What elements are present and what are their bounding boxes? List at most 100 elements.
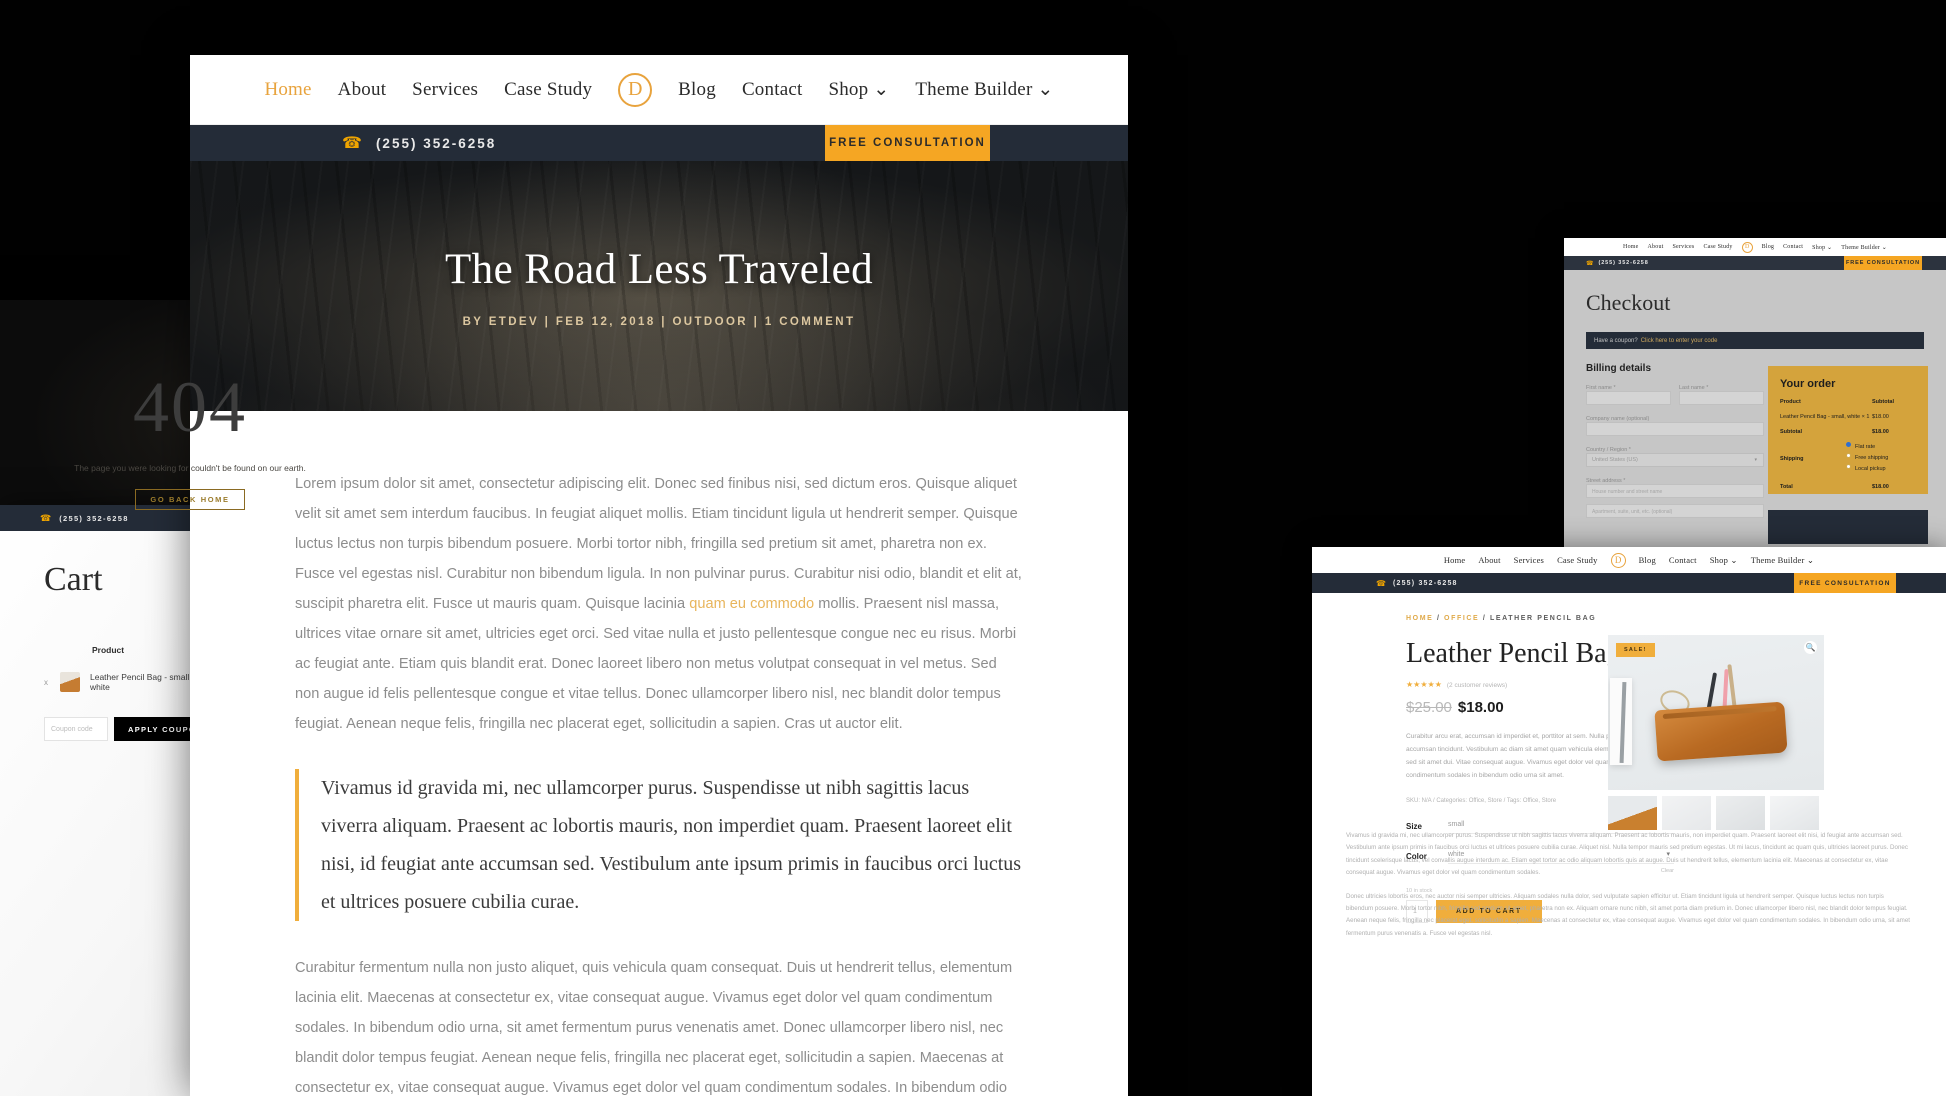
nav-item-about[interactable]: About <box>1648 244 1664 250</box>
product-main-image[interactable]: SALE! 🔍 <box>1608 635 1824 790</box>
nav-item-home[interactable]: Home <box>1444 555 1466 565</box>
coupon-input[interactable]: Coupon code <box>44 717 108 741</box>
nav-item-services[interactable]: Services <box>1673 244 1695 250</box>
nav-item-case-study[interactable]: Case Study <box>1703 244 1732 250</box>
last-name-field[interactable] <box>1679 391 1764 405</box>
post-hero-banner: The Road Less Traveled BY ETDEV | FEB 12… <box>190 161 1128 411</box>
your-order-box: Your order Product Subtotal Leather Penc… <box>1768 366 1928 494</box>
company-field[interactable] <box>1586 422 1764 436</box>
paragraph-text-part-1: Lorem ipsum dolor sit amet, consectetur … <box>295 476 1022 612</box>
error-code: 404 <box>133 366 247 447</box>
remove-item-button[interactable]: x <box>44 678 60 687</box>
product-name[interactable]: Leather Pencil Bag - small, white <box>90 672 194 692</box>
long-description-paragraph: Vivamus id gravida mi, nec ullamcorper p… <box>1346 832 1908 877</box>
gallery-thumbnail[interactable] <box>1662 796 1711 830</box>
gallery-thumbnails <box>1608 796 1824 830</box>
error-message: The page you were looking for couldn't b… <box>74 462 306 473</box>
nav-item-home[interactable]: Home <box>264 79 311 101</box>
post-title: The Road Less Traveled <box>445 245 873 293</box>
coupon-notice[interactable]: Have a coupon? Click here to enter your … <box>1586 332 1924 349</box>
gallery-thumbnail[interactable] <box>1770 796 1819 830</box>
site-logo[interactable]: D <box>1610 552 1626 568</box>
street-address-2-placeholder: Apartment, suite, unit, etc. (optional) <box>1592 509 1673 515</box>
order-item-name: Leather Pencil Bag - small, white × 1 <box>1780 414 1870 420</box>
column-subtotal: Subtotal <box>1872 399 1894 405</box>
street-address-field[interactable]: House number and street name <box>1586 484 1764 498</box>
phone-number[interactable]: (255) 352-6258 <box>1598 260 1648 266</box>
checkout-phone-bar: ☎ (255) 352-6258 FREE CONSULTATION <box>1564 256 1946 270</box>
product-thumbnail[interactable] <box>60 672 80 692</box>
nav-item-services[interactable]: Services <box>412 79 478 101</box>
phone-number[interactable]: (255) 352-6258 <box>59 514 129 523</box>
phone-icon: ☎ <box>342 135 362 152</box>
magnifier-icon[interactable]: 🔍 <box>1804 641 1817 654</box>
nav-item-shop[interactable]: Shop ⌄ <box>828 78 889 101</box>
order-subtotal-row: Subtotal $18.00 <box>1780 429 1916 435</box>
free-consultation-button[interactable]: FREE CONSULTATION <box>825 125 990 161</box>
shipping-option-label: Free shipping <box>1855 455 1889 461</box>
nav-item-shop[interactable]: Shop ⌄ <box>1710 555 1738 566</box>
free-consultation-button[interactable]: FREE CONSULTATION <box>1844 256 1922 270</box>
paragraph-text-part-2: mollis. Praesent nisl massa, ultrices vi… <box>295 596 1017 732</box>
shipping-option-label: Flat rate <box>1855 444 1876 450</box>
nav-item-case-study[interactable]: Case Study <box>504 79 592 101</box>
nav-item-blog[interactable]: Blog <box>678 79 716 101</box>
site-logo[interactable]: D <box>618 72 653 107</box>
coupon-notice-text: Have a coupon? <box>1594 337 1638 344</box>
radio-selected-icon[interactable] <box>1846 442 1851 447</box>
nav-item-contact[interactable]: Contact <box>1669 555 1697 565</box>
product-gallery: SALE! 🔍 <box>1608 635 1824 830</box>
nav-item-contact[interactable]: Contact <box>1783 244 1803 250</box>
column-product: Product <box>1780 399 1801 405</box>
nav-item-blog[interactable]: Blog <box>1639 555 1656 565</box>
post-blockquote: Vivamus id gravida mi, nec ullamcorper p… <box>295 769 1023 921</box>
breadcrumb-home[interactable]: HOME <box>1406 615 1433 622</box>
post-paragraph-2: Curabitur fermentum nulla non justo aliq… <box>295 960 1013 1096</box>
checkout-page-panel: Home About Services Case Study D Blog Co… <box>1564 238 1946 558</box>
first-name-field[interactable] <box>1586 391 1671 405</box>
site-logo[interactable]: D <box>1741 241 1753 253</box>
go-back-home-button[interactable]: GO BACK HOME <box>135 488 245 510</box>
blog-post-page-panel: Home About Services Case Study D Blog Co… <box>190 55 1128 1096</box>
radio-icon[interactable] <box>1846 464 1851 469</box>
subtotal-label: Subtotal <box>1780 429 1802 435</box>
gallery-thumbnail[interactable] <box>1608 796 1657 830</box>
nav-item-theme-builder[interactable]: Theme Builder ⌄ <box>1751 555 1814 566</box>
nav-item-services[interactable]: Services <box>1514 555 1544 565</box>
checkout-page-title: Checkout <box>1586 290 1671 315</box>
nav-item-blog[interactable]: Blog <box>1762 244 1774 250</box>
shipping-label: Shipping <box>1780 455 1804 462</box>
radio-icon[interactable] <box>1846 453 1851 458</box>
country-select[interactable]: United States (US) <box>1586 453 1764 467</box>
review-count-link[interactable]: (2 customer reviews) <box>1447 682 1507 689</box>
total-label: Total <box>1780 484 1793 490</box>
nav-item-theme-builder[interactable]: Theme Builder ⌄ <box>1841 244 1887 251</box>
phone-icon: ☎ <box>1586 260 1594 267</box>
nav-item-about[interactable]: About <box>1478 555 1500 565</box>
shipping-option-flat-rate[interactable]: Flat rate <box>1846 442 1916 450</box>
shipping-option-free-shipping[interactable]: Free shipping <box>1846 453 1916 461</box>
nav-item-shop[interactable]: Shop ⌄ <box>1812 244 1832 251</box>
post-body: Lorem ipsum dolor sit amet, consectetur … <box>190 411 1128 1096</box>
nav-item-contact[interactable]: Contact <box>742 79 803 101</box>
nav-item-theme-builder[interactable]: Theme Builder ⌄ <box>915 78 1053 101</box>
nav-item-about[interactable]: About <box>338 79 387 101</box>
phone-number[interactable]: (255) 352-6258 <box>1393 580 1458 587</box>
inline-link[interactable]: quam eu commodo <box>689 596 814 612</box>
nav-item-home[interactable]: Home <box>1623 244 1638 250</box>
your-order-title: Your order <box>1780 378 1836 390</box>
order-shipping-row: Shipping Flat rate Free shipping Local p… <box>1780 442 1916 475</box>
order-shipping-options[interactable]: Flat rate Free shipping Local pickup <box>1846 442 1916 475</box>
main-navbar: Home About Services Case Study D Blog Co… <box>190 55 1128 125</box>
gallery-thumbnail[interactable] <box>1716 796 1765 830</box>
shipping-option-local-pickup[interactable]: Local pickup <box>1846 464 1916 472</box>
phone-number[interactable]: (255) 352-6258 <box>376 136 496 151</box>
order-total-row: Total $18.00 <box>1780 484 1916 490</box>
breadcrumb-category[interactable]: OFFICE <box>1444 615 1479 622</box>
coupon-notice-link[interactable]: Click here to enter your code <box>1641 338 1718 344</box>
nav-item-case-study[interactable]: Case Study <box>1557 555 1598 565</box>
payment-methods-box[interactable] <box>1768 510 1928 544</box>
street-address-2-field[interactable]: Apartment, suite, unit, etc. (optional) <box>1586 504 1764 518</box>
free-consultation-button[interactable]: FREE CONSULTATION <box>1794 573 1896 593</box>
post-meta: BY ETDEV | FEB 12, 2018 | OUTDOOR | 1 CO… <box>462 315 856 328</box>
